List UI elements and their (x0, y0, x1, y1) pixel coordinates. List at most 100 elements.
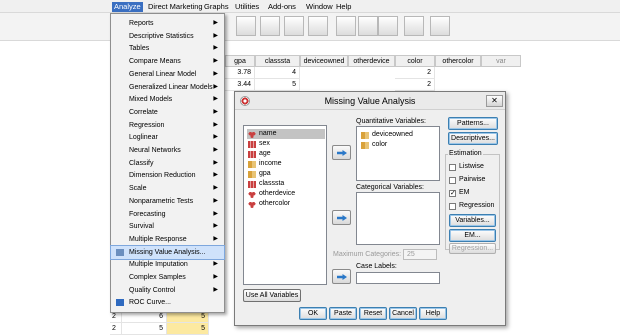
variable-item[interactable]: classsta (247, 179, 284, 189)
menu-item[interactable]: Multiple Response ▶ (111, 233, 224, 246)
variable-item[interactable]: deviceowned (360, 130, 413, 140)
cell-color[interactable]: 2 (395, 67, 435, 79)
toolbar (0, 13, 620, 41)
patterns-button[interactable]: Patterns... (448, 117, 498, 130)
variable-item[interactable]: gpa (247, 169, 271, 179)
menu-item[interactable]: Neural Networks ▶ (111, 144, 224, 157)
toolbar-value-labels-icon[interactable] (404, 16, 424, 36)
em-button[interactable]: EM... (449, 229, 496, 242)
em-checkbox[interactable]: ✓ (449, 190, 456, 197)
variable-item[interactable]: othercolor (247, 199, 290, 209)
cell-classsta[interactable]: 5 (255, 79, 300, 91)
menu-direct-marketing[interactable]: Direct Marketing (146, 2, 205, 12)
descriptives-button[interactable]: Descriptives... (448, 132, 498, 145)
submenu-arrow-icon: ▶ (213, 197, 218, 204)
menu-item[interactable]: General Linear Model ▶ (111, 68, 224, 81)
column-header-color[interactable]: color (395, 55, 435, 67)
menu-item[interactable]: Correlate ▶ (111, 106, 224, 119)
cell-color[interactable]: 2 (395, 79, 435, 91)
menu-item[interactable]: Survival ▶ (111, 220, 224, 233)
menu-item[interactable]: Scale ▶ (111, 182, 224, 195)
toolbar-circles-icon[interactable] (378, 16, 398, 36)
column-header-gpa[interactable]: gpa (225, 55, 255, 67)
menu-item[interactable]: Nonparametric Tests ▶ (111, 195, 224, 208)
menu-item[interactable]: Reports ▶ (111, 17, 224, 30)
menu-item[interactable]: Generalized Linear Models ▶ (111, 81, 224, 94)
toolbar-grid-icon[interactable] (236, 16, 256, 36)
column-header-deviceowned[interactable]: deviceowned (300, 55, 348, 67)
menu-help[interactable]: Help (334, 2, 353, 12)
help-button[interactable]: Help (419, 307, 447, 320)
menu-item[interactable]: Compare Means ▶ (111, 55, 224, 68)
menu-graphs[interactable]: Graphs (202, 2, 231, 12)
toolbar-scale2-icon[interactable] (308, 16, 328, 36)
case-labels-field[interactable] (356, 272, 440, 284)
cell-bottom[interactable]: 5 (167, 323, 209, 335)
bar-icon (248, 181, 256, 188)
variable-item[interactable]: color (360, 140, 387, 150)
variable-name: age (259, 150, 271, 157)
paste-button[interactable]: Paste (329, 307, 357, 320)
toolbar-scale-icon[interactable] (284, 16, 304, 36)
quantitative-variable-list[interactable]: deviceowned color (356, 126, 440, 181)
toolbar-grid2-icon[interactable] (260, 16, 280, 36)
variable-item[interactable]: name (247, 129, 325, 139)
ok-button[interactable]: OK (299, 307, 327, 320)
menu-analyze[interactable]: Analyze (112, 2, 143, 12)
variable-item[interactable]: age (247, 149, 271, 159)
menu-window[interactable]: Window (304, 2, 335, 12)
cell-gpa[interactable]: 3.78 (225, 67, 255, 79)
dialog-titlebar[interactable]: Missing Value Analysis ✕ (235, 92, 505, 110)
menu-item[interactable]: Forecasting ▶ (111, 208, 224, 221)
move-to-quantitative-button[interactable] (332, 145, 351, 160)
column-header-otherdevice[interactable]: otherdevice (348, 55, 395, 67)
regression-button[interactable]: Regression... (449, 243, 496, 254)
cancel-button[interactable]: Cancel (389, 307, 417, 320)
variable-name: sex (259, 140, 270, 147)
move-to-categorical-button[interactable] (332, 210, 351, 225)
variable-item[interactable]: otherdevice (247, 189, 295, 199)
menu-item[interactable]: Tables ▶ (111, 42, 224, 55)
column-header-othercolor[interactable]: othercolor (435, 55, 481, 67)
close-button[interactable]: ✕ (486, 95, 503, 107)
column-header-classsta[interactable]: classsta (255, 55, 300, 67)
menu-item[interactable]: Mixed Models ▶ (111, 93, 224, 106)
use-all-variables-button[interactable]: Use All Variables (243, 289, 301, 302)
menu-item[interactable]: Multiple Imputation ▶ (111, 258, 224, 271)
menu-item[interactable]: Dimension Reduction ▶ (111, 169, 224, 182)
submenu-arrow-icon: ▶ (213, 58, 218, 65)
listwise-checkbox[interactable] (449, 164, 456, 171)
cell-bottom[interactable]: 5 (122, 323, 167, 335)
variable-item[interactable]: sex (247, 139, 270, 149)
estimation-group: Estimation Listwise Pairwise ✓ EM Regres… (445, 150, 500, 254)
menu-item[interactable]: Classify ▶ (111, 157, 224, 170)
cell-bottom[interactable]: 2 (110, 323, 122, 335)
menu-item[interactable]: Missing Value Analysis... (110, 244, 225, 260)
toolbar-split-icon[interactable] (358, 16, 378, 36)
reset-button[interactable]: Reset (359, 307, 387, 320)
max-categories-input[interactable]: 25 (403, 249, 437, 260)
menu-item[interactable]: Loglinear ▶ (111, 131, 224, 144)
menu-utilities[interactable]: Utilities (233, 2, 261, 12)
variables-button[interactable]: Variables... (449, 214, 496, 227)
cell-classsta[interactable]: 4 (255, 67, 300, 79)
cell-gpa[interactable]: 3.44 (225, 79, 255, 91)
categorical-variable-list[interactable] (356, 192, 440, 245)
menu-add-ons[interactable]: Add-ons (266, 2, 298, 12)
variable-item[interactable]: income (247, 159, 282, 169)
menu-item[interactable]: Descriptive Statistics ▶ (111, 30, 224, 43)
column-header-var[interactable]: var (481, 55, 521, 67)
menu-item-label: Classify (129, 159, 154, 167)
regression-checkbox[interactable] (449, 203, 456, 210)
move-to-case-labels-button[interactable] (332, 269, 351, 284)
source-variable-list[interactable]: name sex age income gpa classsta otherdevice ot… (243, 125, 327, 285)
menu-item[interactable]: ROC Curve... (111, 296, 224, 309)
estimation-label: Estimation (448, 150, 483, 157)
menu-item[interactable]: Complex Samples ▶ (111, 271, 224, 284)
toolbar-chart-icon[interactable] (336, 16, 356, 36)
menu-item[interactable]: Regression ▶ (111, 119, 224, 132)
pairwise-checkbox[interactable] (449, 177, 456, 184)
categorical-label: Categorical Variables: (356, 184, 424, 191)
menu-item[interactable]: Quality Control ▶ (111, 284, 224, 297)
toolbar-abc-icon[interactable] (430, 16, 450, 36)
